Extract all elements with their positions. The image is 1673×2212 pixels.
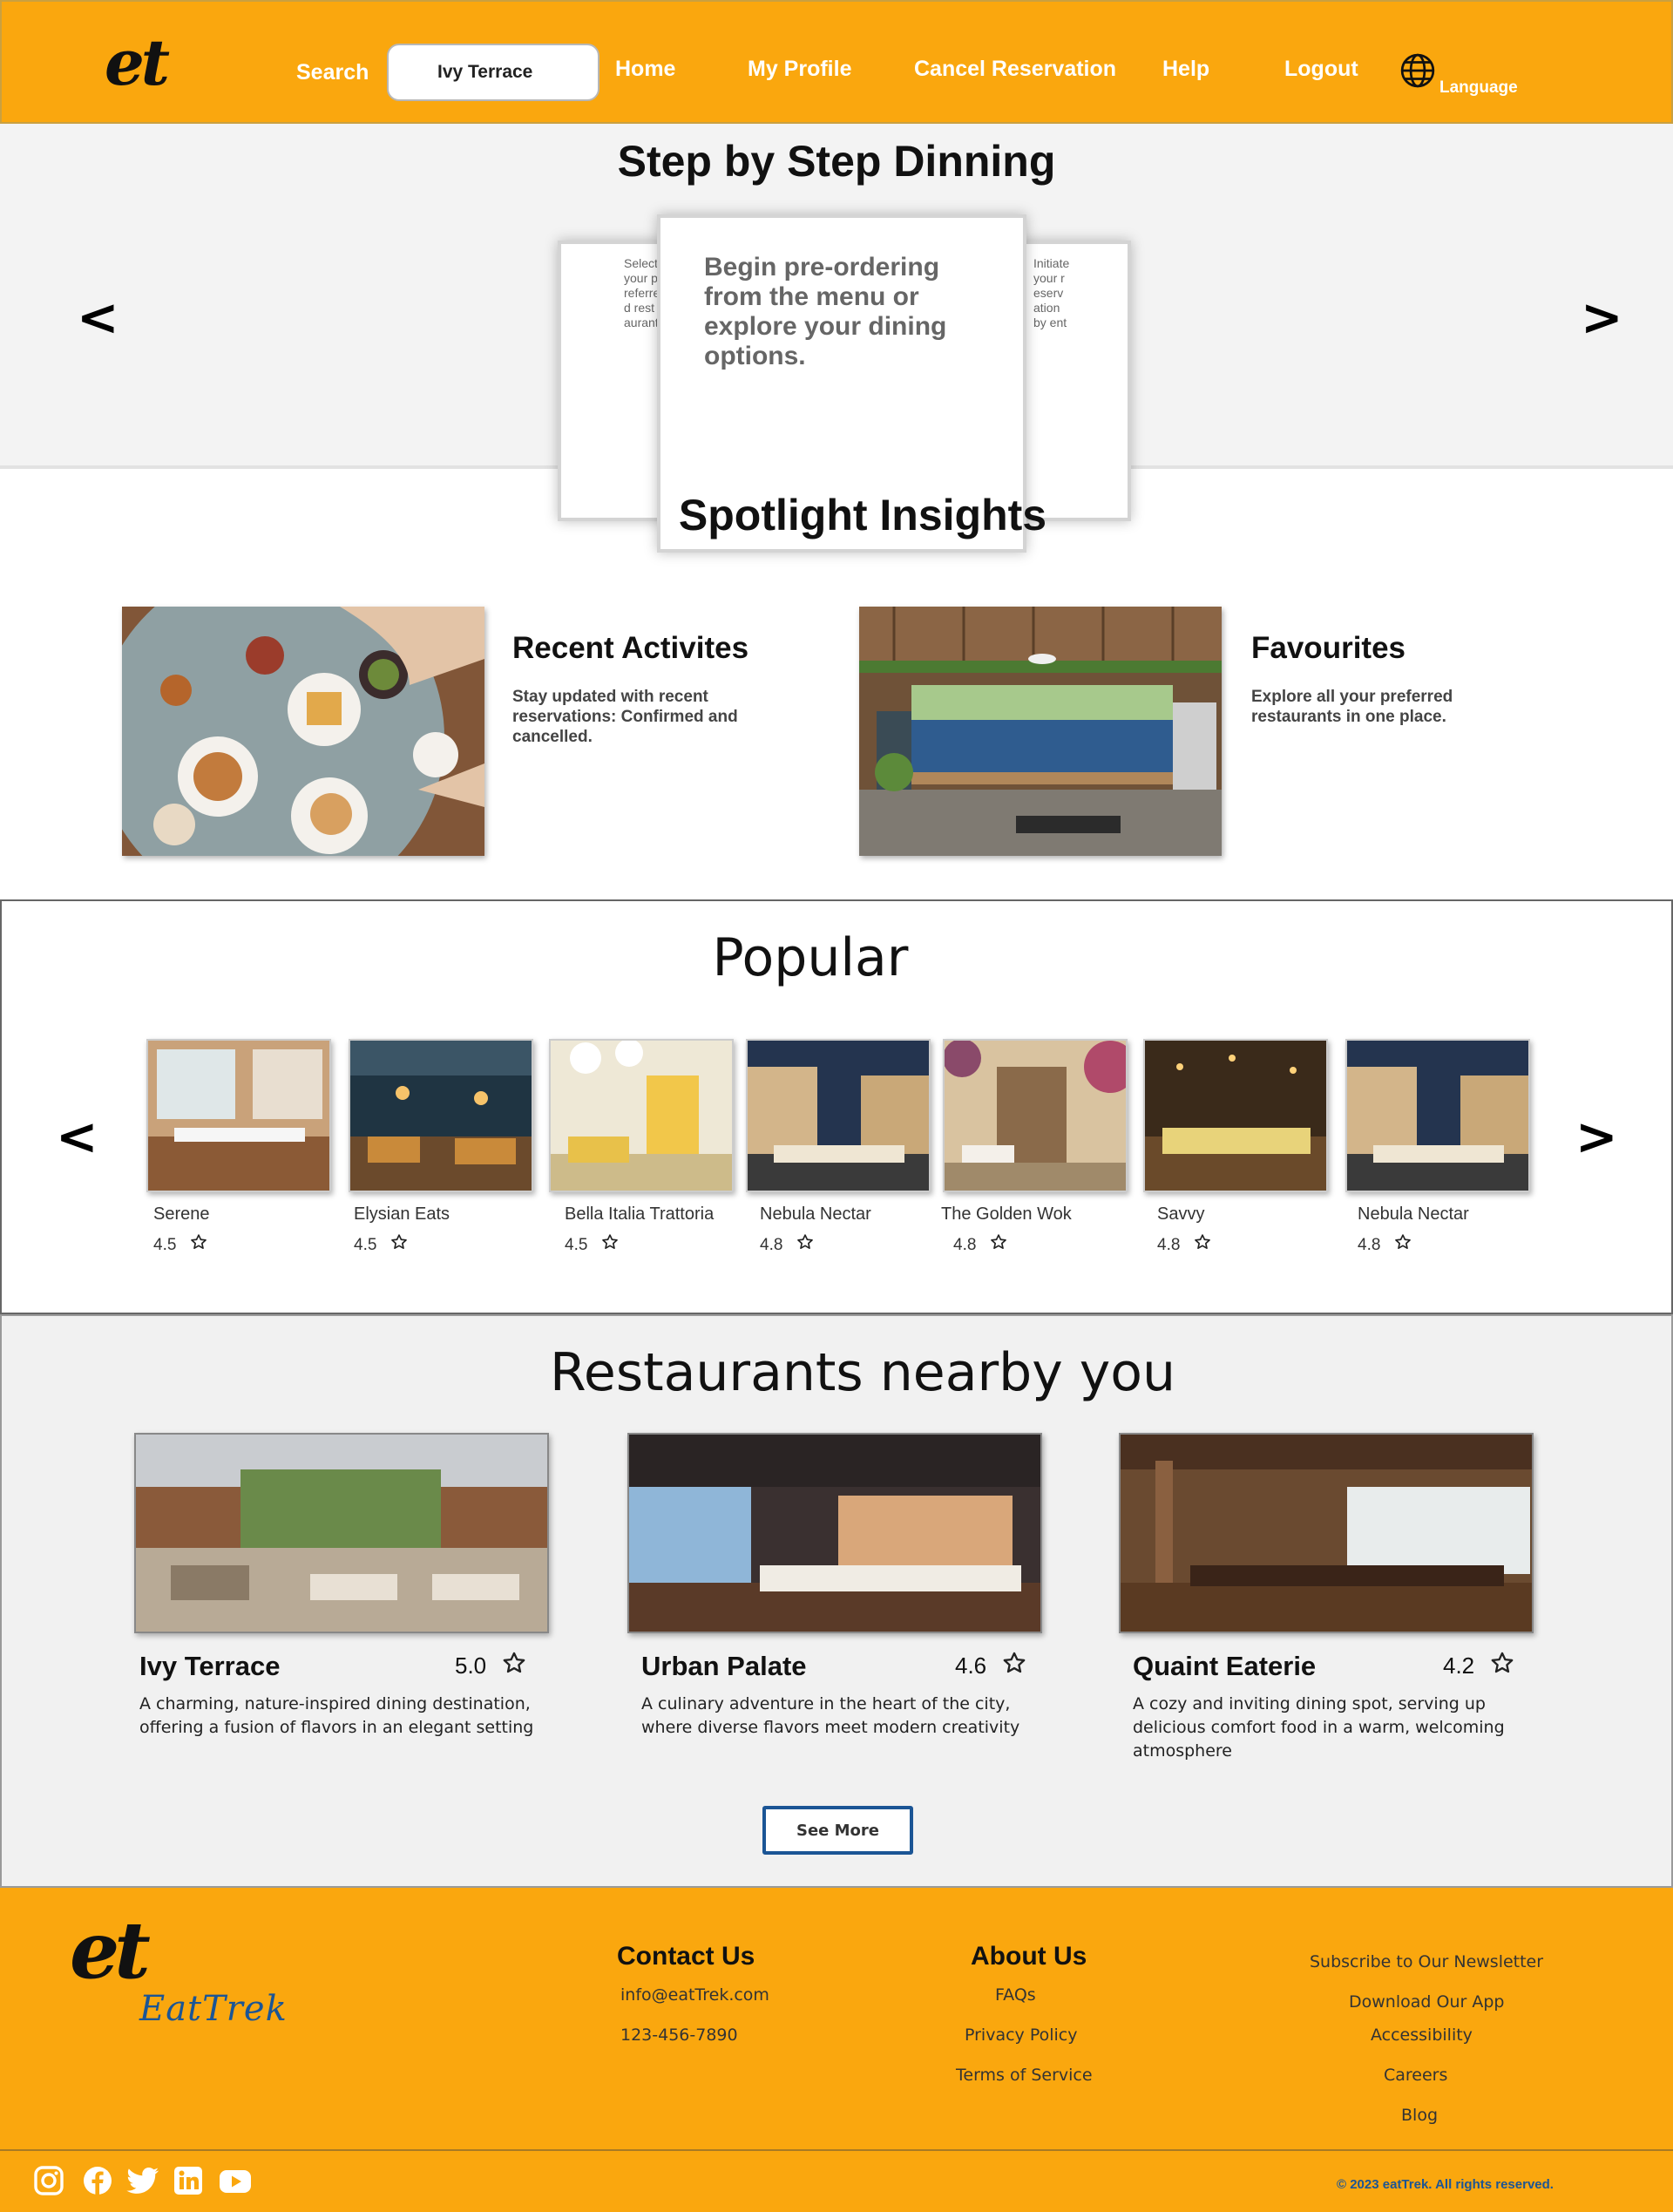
popular-card-rating: 4.5: [354, 1236, 377, 1254]
recent-activities-image[interactable]: [122, 607, 484, 856]
popular-card-rating: 4.5: [153, 1236, 177, 1254]
language-selector[interactable]: Language: [1439, 78, 1518, 98]
star-icon[interactable]: [502, 1651, 526, 1675]
popular-card-image[interactable]: [1345, 1039, 1530, 1192]
contact-phone-link[interactable]: 123-456-7890: [620, 2025, 738, 2045]
terms-of-service-link[interactable]: Terms of Service: [956, 2066, 1093, 2085]
star-icon[interactable]: [1002, 1651, 1026, 1675]
favourites-title[interactable]: Favourites: [1251, 631, 1405, 666]
popular-card-image[interactable]: [146, 1039, 331, 1192]
popular-title: Popular: [712, 927, 909, 988]
star-icon: [1394, 1233, 1412, 1251]
steps-prev-arrow[interactable]: <: [77, 291, 119, 343]
star-icon: [1194, 1233, 1211, 1251]
step-card-right-text: Initiate your reservation by ent: [1033, 256, 1070, 329]
nearby-card-name[interactable]: Ivy Terrace: [139, 1651, 280, 1682]
popular-section: Popular < > Serene 4.5 Elysian Eats 4.5 …: [0, 899, 1673, 1314]
popular-card-image[interactable]: [746, 1039, 931, 1192]
download-app-link[interactable]: Download Our App: [1349, 1992, 1504, 2012]
star-icon: [796, 1233, 814, 1251]
recent-activities-title[interactable]: Recent Activites: [512, 631, 748, 666]
nearby-card-rating: 4.2: [1443, 1652, 1475, 1679]
step-card-right[interactable]: Initiate your reservation by ent: [1014, 241, 1131, 521]
copyright-text: © 2023 eatTrek. All rights reserved.: [1337, 2177, 1554, 2192]
star-icon: [190, 1233, 207, 1251]
popular-card-name: Bella Italia Trattoria: [565, 1204, 715, 1224]
popular-card-name: The Golden Wok: [941, 1204, 1072, 1224]
nearby-card-rating: 4.6: [955, 1652, 987, 1679]
faqs-link[interactable]: FAQs: [995, 1985, 1036, 2005]
popular-next-arrow[interactable]: >: [1575, 1110, 1618, 1163]
step-card-active-text: Begin pre-ordering from the menu or expl…: [704, 253, 947, 370]
footer-logo[interactable]: et: [70, 1907, 151, 1994]
privacy-policy-link[interactable]: Privacy Policy: [965, 2025, 1077, 2045]
search-input[interactable]: [387, 44, 599, 101]
contact-email-link[interactable]: info@eatTrek.com: [620, 1985, 769, 2005]
spotlight-title: Spotlight Insights: [678, 491, 1047, 539]
footer: et EatTrek Contact Us info@eatTrek.com 1…: [0, 1888, 1673, 2212]
accessibility-link[interactable]: Accessibility: [1371, 2025, 1473, 2045]
steps-next-arrow[interactable]: >: [1581, 291, 1623, 343]
popular-card-rating: 4.8: [1157, 1236, 1181, 1254]
footer-divider: [0, 2149, 1673, 2151]
twitter-icon[interactable]: [125, 2165, 160, 2196]
blog-link[interactable]: Blog: [1401, 2106, 1438, 2125]
step-card-left-text: Select your preferred restaurant: [624, 256, 660, 329]
nav-my-profile-link[interactable]: My Profile: [748, 56, 851, 82]
nav-logout-link[interactable]: Logout: [1284, 56, 1358, 82]
nearby-card-desc: A cozy and inviting dining spot, serving…: [1133, 1694, 1505, 1761]
facebook-icon[interactable]: [82, 2165, 113, 2196]
popular-card-rating: 4.8: [953, 1236, 977, 1254]
newsletter-link[interactable]: Subscribe to Our Newsletter: [1310, 1952, 1543, 1971]
linkedin-icon[interactable]: [173, 2165, 204, 2196]
popular-card-image[interactable]: [349, 1039, 533, 1192]
contact-us-heading: Contact Us: [617, 1942, 755, 1971]
search-label[interactable]: Search: [296, 59, 369, 85]
section-title: Step by Step Dinning: [617, 137, 1056, 186]
app-logo[interactable]: et: [105, 31, 170, 94]
nav-cancel-reservation-link[interactable]: Cancel Reservation: [914, 56, 1116, 82]
step-by-step-section: Step by Step Dinning < > Select your pre…: [0, 124, 1673, 553]
nearby-card-desc: A culinary adventure in the heart of the…: [641, 1694, 1020, 1737]
popular-card-name: Nebula Nectar: [1358, 1204, 1469, 1224]
popular-prev-arrow[interactable]: <: [56, 1110, 98, 1163]
nearby-card-name[interactable]: Quaint Eaterie: [1133, 1651, 1316, 1682]
about-us-heading: About Us: [971, 1942, 1087, 1971]
popular-card-rating: 4.5: [565, 1236, 588, 1254]
globe-icon[interactable]: [1399, 52, 1436, 89]
popular-card-image[interactable]: [549, 1039, 734, 1192]
nearby-card-image[interactable]: [1119, 1433, 1534, 1633]
nearby-title: Restaurants nearby you: [549, 1342, 1176, 1403]
popular-card-name: Elysian Eats: [354, 1204, 450, 1224]
see-more-button[interactable]: See More: [762, 1806, 913, 1855]
star-icon: [990, 1233, 1007, 1251]
nearby-card-desc: A charming, nature-inspired dining desti…: [139, 1694, 534, 1737]
popular-card-rating: 4.8: [760, 1236, 783, 1254]
popular-card-image[interactable]: [943, 1039, 1128, 1192]
popular-card-name: Savvy: [1157, 1204, 1205, 1224]
nav-help-link[interactable]: Help: [1162, 56, 1209, 82]
star-icon: [390, 1233, 408, 1251]
favourites-desc: Explore all your preferred restaurants i…: [1251, 688, 1453, 726]
nearby-card-image[interactable]: [627, 1433, 1042, 1633]
popular-card-rating: 4.8: [1358, 1236, 1381, 1254]
nearby-card-rating: 5.0: [455, 1652, 487, 1679]
popular-card-name: Serene: [153, 1204, 210, 1224]
nearby-card-name[interactable]: Urban Palate: [641, 1651, 807, 1682]
star-icon[interactable]: [1490, 1651, 1514, 1675]
recent-activities-desc: Stay updated with recent reservations: C…: [512, 688, 738, 746]
careers-link[interactable]: Careers: [1384, 2066, 1447, 2085]
popular-card-name: Nebula Nectar: [760, 1204, 871, 1224]
instagram-icon[interactable]: [33, 2165, 64, 2196]
top-navbar: et Search Home My Profile Cancel Reserva…: [0, 0, 1673, 124]
youtube-icon[interactable]: [218, 2165, 253, 2196]
nearby-card-image[interactable]: [134, 1433, 549, 1633]
step-card-left[interactable]: Select your preferred restaurant: [558, 241, 666, 521]
nearby-section: Restaurants nearby you Ivy Terrace 5.0 A…: [0, 1314, 1673, 1888]
favourites-image[interactable]: [859, 607, 1222, 856]
star-icon: [601, 1233, 619, 1251]
nav-home-link[interactable]: Home: [615, 56, 675, 82]
popular-card-image[interactable]: [1143, 1039, 1328, 1192]
footer-brand-name: EatTrek: [139, 1989, 288, 2029]
